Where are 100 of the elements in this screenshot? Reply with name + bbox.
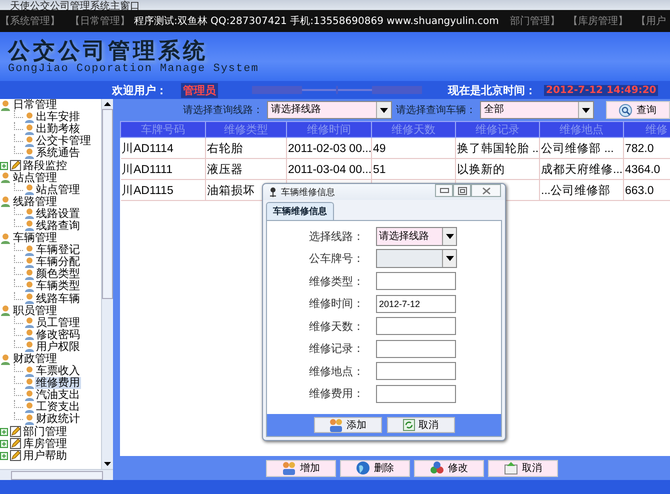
menu-item[interactable]: 【日常管理】 — [70, 14, 130, 28]
tree-item[interactable]: 车辆登记 — [35, 244, 81, 256]
action-button[interactable]: 增加 — [266, 460, 336, 476]
tree-item[interactable]: 公交卡管理 — [35, 135, 92, 148]
menu-item[interactable]: 【系统管理】 — [0, 14, 60, 28]
dialog-title: 车辆维修信息 — [281, 186, 335, 198]
maximize-icon — [458, 186, 466, 194]
tree-item[interactable]: 颜色类型 — [35, 268, 81, 280]
dropdown-arrow-icon — [380, 108, 388, 112]
tree-item[interactable]: 车票收入 — [35, 365, 81, 378]
tree-group[interactable]: 库房管理 — [22, 438, 68, 450]
scroll-up-icon[interactable] — [104, 102, 111, 106]
dialog-button[interactable]: 取消 — [386, 417, 454, 433]
table-cell: 右轮胎 — [207, 142, 243, 154]
tree-group[interactable]: 车辆管理 — [12, 232, 58, 244]
dialog-tab[interactable]: 车辆维修信息 — [266, 202, 334, 220]
expand-icon[interactable] — [0, 452, 8, 460]
field-label: 公车牌号： — [308, 251, 364, 266]
table-cell: ...公司维修部 — [541, 184, 611, 196]
tree-group[interactable]: 日常管理 — [12, 99, 58, 112]
field-label: 维修费用： — [308, 386, 364, 402]
tree-item[interactable]: 站点管理 — [35, 184, 81, 196]
person-icon — [24, 136, 35, 147]
app-title: 公交公司管理系统 — [8, 38, 209, 62]
person-icon — [24, 366, 35, 377]
person-icon — [24, 184, 35, 196]
person-icon — [24, 414, 35, 425]
person-icon — [24, 378, 35, 389]
input-field[interactable] — [376, 272, 456, 290]
tree-group[interactable]: 财政管理 — [12, 353, 58, 366]
dropdown-field[interactable] — [376, 249, 457, 268]
tree-group[interactable]: 路段监控 — [22, 160, 68, 172]
tree-item[interactable]: 车辆分配 — [35, 256, 81, 268]
action-button[interactable]: 取消 — [488, 460, 558, 476]
vehicle-query-label: 请选择查询车辆： — [396, 104, 476, 117]
refresh-icon — [402, 419, 414, 431]
tree-group[interactable]: 部门管理 — [22, 426, 68, 438]
tree-item[interactable]: 用户权限 — [35, 340, 81, 353]
route-dropdown[interactable]: 请选择线路 — [267, 101, 392, 119]
input-field[interactable] — [376, 362, 456, 380]
tree-item[interactable]: 车辆类型 — [35, 280, 81, 292]
tree-group[interactable]: 线路管理 — [12, 196, 58, 208]
table-cell: 49 — [373, 142, 386, 154]
person-icon — [24, 208, 35, 220]
tree-item[interactable]: 系统通告 — [35, 147, 81, 160]
vehicle-dropdown[interactable]: 全部 — [480, 101, 594, 119]
table-cell: 油箱损坏 — [207, 184, 255, 196]
scroll-down-icon[interactable] — [104, 462, 111, 466]
vertical-scrollbar[interactable] — [101, 99, 113, 469]
welcome-label: 欢迎用户： — [112, 82, 167, 98]
input-field[interactable] — [376, 384, 456, 403]
tree-group[interactable]: 站点管理 — [12, 172, 58, 184]
tree-item[interactable]: 修改密码 — [35, 328, 81, 341]
input-field[interactable]: 2012-7-12 — [376, 294, 456, 313]
tree-item[interactable]: 出勤考核 — [35, 123, 81, 136]
expand-icon[interactable] — [0, 440, 8, 448]
maximize-button[interactable] — [453, 184, 471, 197]
tree-item[interactable]: 财政统计 — [35, 413, 81, 426]
tree-item[interactable]: 工资支出 — [35, 401, 81, 414]
field-label: 维修记录： — [308, 341, 364, 356]
dropdown-arrow-icon — [582, 108, 590, 112]
table-cell: 成都天府维修... — [541, 164, 622, 176]
field-label: 维修时间： — [308, 296, 364, 312]
action-button[interactable]: 修改 — [414, 460, 484, 476]
menu-item[interactable]: 【用户 — [636, 14, 666, 28]
tree-item[interactable]: 出车安排 — [35, 111, 81, 124]
envelope-icon — [504, 461, 518, 475]
tree-group[interactable]: 用户帮助 — [22, 450, 68, 462]
field-label: 维修地点： — [308, 364, 364, 379]
person-icon — [24, 124, 35, 135]
table-cell: 以换新的 — [457, 164, 505, 176]
dialog-button[interactable]: 添加 — [314, 417, 382, 433]
tree-item[interactable]: 线路车辆 — [35, 292, 81, 305]
menu-item[interactable]: 部门管理】 — [510, 14, 560, 28]
dropdown-field[interactable]: 请选择线路 — [376, 226, 457, 246]
input-field[interactable] — [376, 340, 456, 358]
tree-item[interactable]: 维修费用 — [35, 377, 81, 390]
field-label: 维修天数： — [308, 318, 364, 334]
route-query-label: 请选择查询线路： — [183, 104, 263, 117]
minimize-button[interactable] — [435, 184, 453, 197]
input-field[interactable] — [376, 317, 456, 336]
menu-item[interactable]: 【库房管理】 — [568, 14, 628, 28]
tree-item[interactable]: 线路查询 — [35, 220, 81, 232]
person-icon — [24, 244, 35, 256]
tree-item[interactable]: 线路设置 — [35, 208, 81, 220]
close-button[interactable] — [471, 184, 501, 197]
blocks-icon — [430, 461, 444, 475]
tree-item[interactable]: 汽油支出 — [35, 389, 81, 402]
tree-item[interactable]: 员工管理 — [35, 316, 81, 329]
table-cell: 公司维修部 ... — [541, 142, 614, 154]
current-time: 2012-7-12 14:49:20 — [544, 84, 658, 96]
table-cell: 782.0 — [625, 142, 654, 154]
close-icon — [482, 186, 490, 194]
horizontal-scrollbar[interactable] — [0, 469, 113, 480]
expand-icon[interactable] — [0, 162, 8, 170]
search-button[interactable]: 查询 — [606, 101, 670, 119]
tree-group[interactable]: 职员管理 — [12, 304, 58, 317]
action-button[interactable]: 删除 — [340, 460, 410, 476]
expand-icon[interactable] — [0, 428, 8, 436]
person-icon — [24, 317, 35, 328]
